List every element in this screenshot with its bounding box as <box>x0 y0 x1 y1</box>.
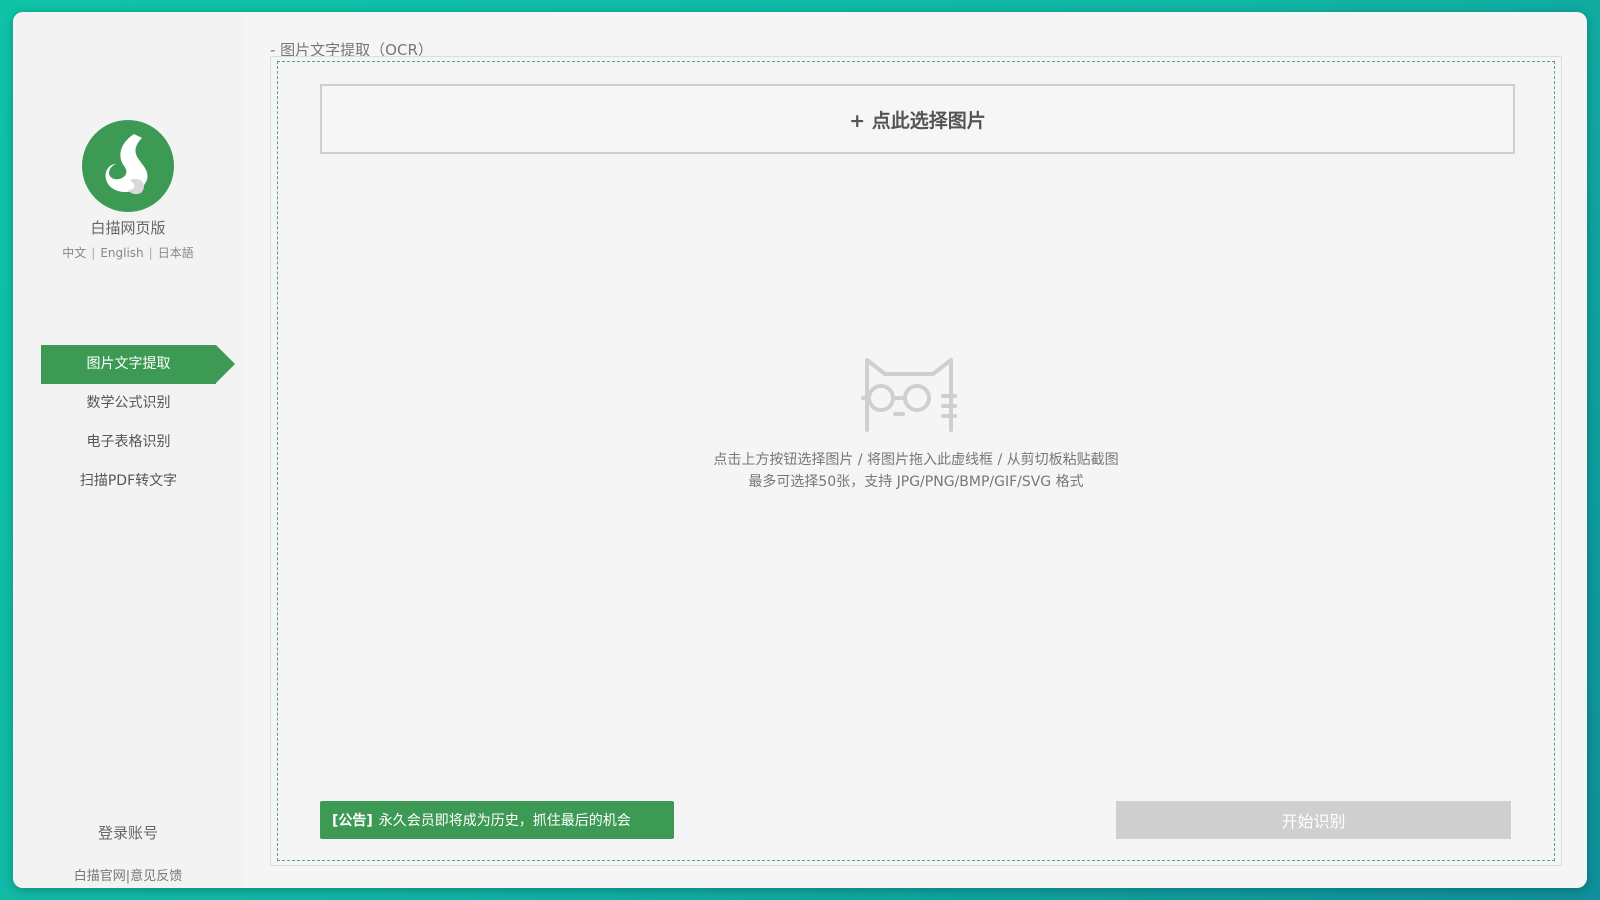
sidebar-item-math-formula[interactable]: 数学公式识别 <box>41 384 216 423</box>
footer-links: 白描官网|意见反馈 <box>13 865 243 884</box>
baimiao-logo-icon <box>82 120 174 212</box>
announcement-tag: [公告] <box>332 813 373 829</box>
lang-separator: | <box>148 246 153 260</box>
app-window: 白描网页版 中文 | English | 日本語 图片文字提取 数学公式识别 电子表格识… <box>13 12 1587 888</box>
cat-glasses-icon <box>861 358 957 432</box>
drop-zone-dashed-border: + 点此选择图片 点击上方按钮选择图片 / 将图片拖入此虚线框 / 从剪切板粘贴… <box>277 61 1555 861</box>
app-name: 白描网页版 <box>90 219 166 237</box>
drop-hint-line1: 点击上方按钮选择图片 / 将图片拖入此虚线框 / 从剪切板粘贴截图 <box>713 452 1119 468</box>
lang-zh[interactable]: 中文 <box>62 244 86 261</box>
feedback-link[interactable]: 意见反馈 <box>130 869 182 884</box>
announcement-text: 永久会员即将成为历史，抓住最后的机会 <box>378 813 631 829</box>
announcement-banner[interactable]: [公告] 永久会员即将成为历史，抓住最后的机会 <box>320 801 674 839</box>
sidebar-item-spreadsheet[interactable]: 电子表格识别 <box>41 423 216 462</box>
sidebar: 白描网页版 中文 | English | 日本語 图片文字提取 数学公式识别 电子表格识… <box>13 12 243 888</box>
lang-separator: | <box>91 246 96 260</box>
select-image-button[interactable]: + 点此选择图片 <box>320 84 1515 154</box>
lang-ja[interactable]: 日本語 <box>158 244 194 261</box>
language-switcher: 中文 | English | 日本語 <box>13 244 243 261</box>
sidebar-nav: 图片文字提取 数学公式识别 电子表格识别 扫描PDF转文字 <box>41 345 251 501</box>
start-recognition-button[interactable]: 开始识别 <box>1116 801 1511 839</box>
login-link[interactable]: 登录账号 <box>13 822 243 843</box>
lang-en[interactable]: English <box>100 246 143 260</box>
drop-hint-line2: 最多可选择50张，支持 JPG/PNG/BMP/GIF/SVG 格式 <box>748 474 1084 490</box>
sidebar-item-image-ocr[interactable]: 图片文字提取 <box>41 345 235 384</box>
sidebar-item-pdf-to-text[interactable]: 扫描PDF转文字 <box>41 462 216 501</box>
official-site-link[interactable]: 白描官网 <box>74 869 126 884</box>
drop-zone[interactable]: + 点此选择图片 点击上方按钮选择图片 / 将图片拖入此虚线框 / 从剪切板粘贴… <box>270 56 1562 866</box>
